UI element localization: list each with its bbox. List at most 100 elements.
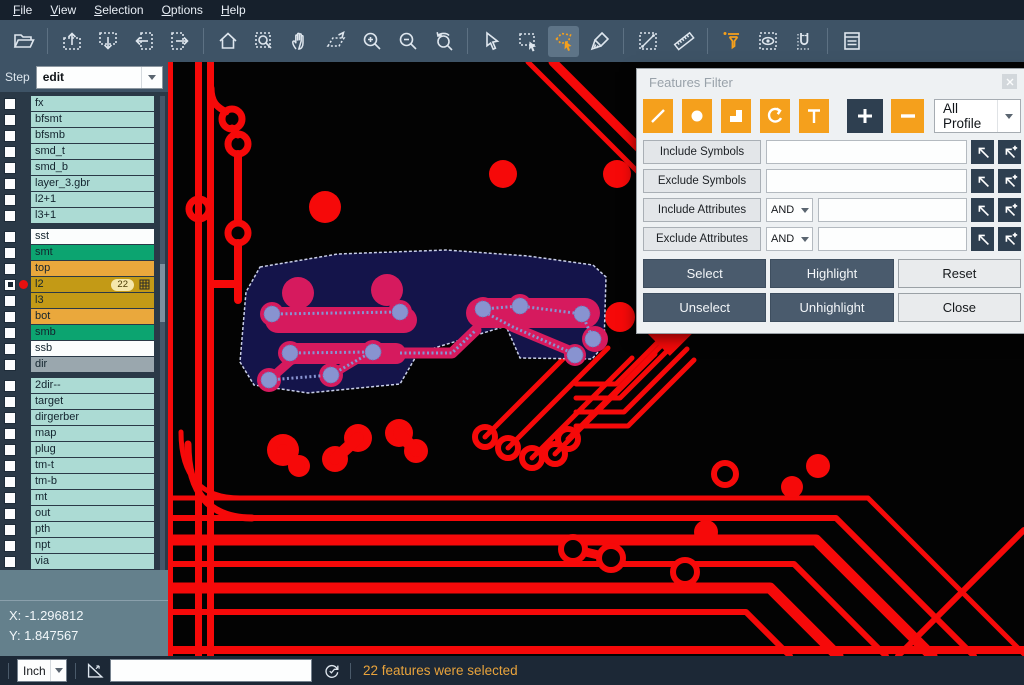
- unhighlight-button[interactable]: Unhighlight: [770, 293, 893, 322]
- layer-visibility-checkbox[interactable]: [4, 396, 16, 408]
- layer-row[interactable]: smb: [0, 325, 168, 340]
- layer-visibility-checkbox[interactable]: [4, 412, 16, 424]
- layer-row[interactable]: layer_3.gbr: [0, 176, 168, 191]
- menu-options[interactable]: Options: [153, 1, 212, 19]
- layer-visibility-checkbox[interactable]: [4, 327, 16, 339]
- pick-add-include-attributes-button[interactable]: [998, 198, 1021, 222]
- layer-visibility-checkbox[interactable]: [4, 178, 16, 190]
- layer-visibility-checkbox[interactable]: [4, 295, 16, 307]
- layer-row[interactable]: l3: [0, 293, 168, 308]
- pick-exclude-attributes-button[interactable]: [971, 227, 994, 251]
- select-pointer-button[interactable]: [476, 26, 507, 57]
- exclude-symbols-input[interactable]: [766, 169, 967, 193]
- select-button[interactable]: Select: [643, 259, 766, 288]
- features-filter-button[interactable]: [716, 26, 747, 57]
- layer-visibility-checkbox[interactable]: [4, 476, 16, 488]
- open-button[interactable]: [8, 26, 39, 57]
- close-button[interactable]: Close: [898, 293, 1021, 322]
- layer-row[interactable]: dir: [0, 357, 168, 372]
- menu-selection[interactable]: Selection: [85, 1, 152, 19]
- exclude-attributes-logic-select[interactable]: AND: [766, 227, 813, 251]
- exclude-attributes-input[interactable]: [818, 227, 967, 251]
- unselect-button[interactable]: Unselect: [643, 293, 766, 322]
- layer-row[interactable]: bfsmt: [0, 112, 168, 127]
- measure-distance-button[interactable]: [632, 26, 663, 57]
- layer-row[interactable]: bfsmb: [0, 128, 168, 143]
- menu-view[interactable]: View: [41, 1, 85, 19]
- dialog-close-button[interactable]: [1002, 74, 1017, 89]
- include-symbols-input[interactable]: [766, 140, 967, 164]
- highlight-button[interactable]: Highlight: [770, 259, 893, 288]
- filter-line-button[interactable]: [643, 99, 673, 133]
- layer-visibility-checkbox[interactable]: [4, 194, 16, 206]
- layer-visibility-checkbox[interactable]: [4, 540, 16, 552]
- layer-row[interactable]: pth: [0, 522, 168, 537]
- layer-row[interactable]: npt: [0, 538, 168, 553]
- scroll-left-button[interactable]: [128, 26, 159, 57]
- home-view-button[interactable]: [212, 26, 243, 57]
- layer-visibility-checkbox[interactable]: [4, 263, 16, 275]
- layer-row[interactable]: map: [0, 426, 168, 441]
- layer-row[interactable]: top: [0, 261, 168, 276]
- ruler-button[interactable]: [668, 26, 699, 57]
- layer-visibility-checkbox[interactable]: [4, 508, 16, 520]
- include-attributes-logic-select[interactable]: AND: [766, 198, 813, 222]
- scroll-down-button[interactable]: [92, 26, 123, 57]
- layer-visibility-checkbox[interactable]: [4, 247, 16, 259]
- pick-include-symbols-button[interactable]: [971, 140, 994, 164]
- polygon-select-button[interactable]: [548, 26, 579, 57]
- filter-pad-button[interactable]: [682, 99, 712, 133]
- include-attributes-button[interactable]: Include Attributes: [643, 198, 761, 222]
- scrollbar-thumb[interactable]: [160, 264, 165, 322]
- layer-visibility-checkbox[interactable]: [4, 428, 16, 440]
- layer-row[interactable]: ssb: [0, 341, 168, 356]
- results-panel-button[interactable]: [836, 26, 867, 57]
- layer-row[interactable]: plug: [0, 442, 168, 457]
- zoom-in-button[interactable]: [356, 26, 387, 57]
- negative-polarity-button[interactable]: [891, 99, 924, 133]
- layer-row[interactable]: bot: [0, 309, 168, 324]
- layer-visibility-checkbox[interactable]: [4, 311, 16, 323]
- filter-surface-button[interactable]: [721, 99, 751, 133]
- command-input[interactable]: [110, 659, 312, 682]
- reset-button[interactable]: Reset: [898, 259, 1021, 288]
- measure-mode-button[interactable]: [84, 660, 106, 682]
- positive-polarity-button[interactable]: [847, 99, 883, 133]
- layer-row[interactable]: out: [0, 506, 168, 521]
- zoom-window-button[interactable]: [248, 26, 279, 57]
- profile-select[interactable]: All Profile: [934, 99, 1021, 133]
- dynamic-zoom-button[interactable]: [320, 26, 351, 57]
- layer-row[interactable]: tm-t: [0, 458, 168, 473]
- units-select[interactable]: Inch: [17, 659, 67, 682]
- layer-visibility-checkbox[interactable]: [4, 444, 16, 456]
- dialog-title-bar[interactable]: Features Filter: [637, 69, 1024, 95]
- layer-row[interactable]: l3+1: [0, 208, 168, 223]
- scroll-right-button[interactable]: [164, 26, 195, 57]
- layer-row[interactable]: sst: [0, 229, 168, 244]
- layer-row[interactable]: smt: [0, 245, 168, 260]
- layer-visibility-checkbox[interactable]: [4, 343, 16, 355]
- scroll-up-button[interactable]: [56, 26, 87, 57]
- layer-visibility-checkbox[interactable]: [4, 231, 16, 243]
- layer-row[interactable]: tm-b: [0, 474, 168, 489]
- layer-visibility-checkbox[interactable]: [4, 130, 16, 142]
- layer-row[interactable]: via: [0, 554, 168, 569]
- pick-add-exclude-symbols-button[interactable]: [998, 169, 1021, 193]
- layer-visibility-checkbox[interactable]: [4, 492, 16, 504]
- layer-visibility-checkbox[interactable]: [4, 279, 16, 291]
- layer-row[interactable]: dirgerber: [0, 410, 168, 425]
- layer-row-active[interactable]: l2 22: [0, 277, 168, 292]
- layer-row[interactable]: smd_b: [0, 160, 168, 175]
- layer-row[interactable]: 2dir--: [0, 378, 168, 393]
- filter-arc-button[interactable]: [760, 99, 790, 133]
- exclude-symbols-button[interactable]: Exclude Symbols: [643, 169, 761, 193]
- layer-visibility-checkbox[interactable]: [4, 210, 16, 222]
- snap-button[interactable]: [788, 26, 819, 57]
- layer-visibility-checkbox[interactable]: [4, 359, 16, 371]
- show-selection-button[interactable]: [752, 26, 783, 57]
- pan-hand-button[interactable]: [284, 26, 315, 57]
- layer-visibility-checkbox[interactable]: [4, 98, 16, 110]
- filter-text-button[interactable]: [799, 99, 829, 133]
- layer-row[interactable]: mt: [0, 490, 168, 505]
- zoom-previous-button[interactable]: [428, 26, 459, 57]
